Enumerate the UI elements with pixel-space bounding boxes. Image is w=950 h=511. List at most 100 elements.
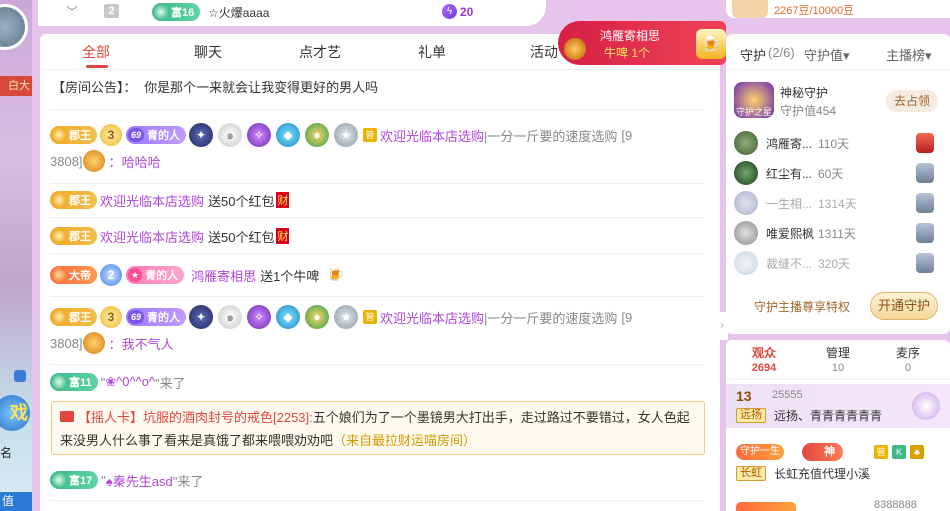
left-tag: 白大 [0, 76, 32, 96]
medal-star-icon: ✦ [189, 123, 214, 147]
left-label-ming: 名 [0, 446, 13, 460]
audience-tabs: 观众 2694 管理 10 麦序 0 [726, 340, 950, 380]
audience-name: 远扬、青青青青青青 [774, 409, 883, 423]
guard-item[interactable]: 鸿雁寄... 110天 [734, 130, 944, 158]
guard-days: 1314天 [818, 197, 857, 211]
guard-item[interactable]: 裁缝不... 320天 [734, 250, 944, 278]
broadcast-prefix[interactable]: 【摇人卡】坑服的酒肉封号的戒色[2253]: [78, 410, 313, 425]
audience-item[interactable]: 守护一生 神 管 K ♣ 长虹 长虹充值代理小溪 [726, 438, 950, 488]
divider [50, 183, 704, 184]
coin-progress-text: 2267豆/10000豆 [774, 5, 855, 17]
guard-days: 60天 [818, 167, 844, 181]
active-tab-indicator [86, 65, 108, 68]
chat-text: 哈哈哈 [121, 154, 161, 170]
tab-audience[interactable]: 观众 2694 [734, 344, 794, 374]
user-level: 13 [736, 388, 752, 404]
guard-shield-icon [916, 163, 934, 183]
chat-message: 郡王 3 69 青的人 ✦ ๑ ✧ ◆ ● ★ 管 欢迎光临本店选购 |一分一斤要… [50, 305, 632, 329]
medal-green-icon: ● [305, 305, 330, 329]
guard-name: 唯爱熙枫 [766, 227, 815, 241]
k-icon: K [892, 445, 906, 459]
chat-nickname[interactable]: 欢迎光临本店选购 [380, 308, 484, 327]
tab-gift-list[interactable]: 礼单 [418, 42, 446, 62]
chat-colon: ： [108, 336, 122, 352]
chat-nickname[interactable]: 欢迎光临本店选购 [380, 126, 484, 145]
tab-guard[interactable]: 守护 [740, 45, 766, 64]
pill-gift: 牛啤 1个 [604, 46, 651, 60]
tab-admins[interactable]: 管理 10 [808, 344, 868, 374]
tab-mic-queue[interactable]: 麦序 0 [878, 344, 938, 374]
medal-purple-icon: ✧ [247, 123, 272, 147]
user-id: 25555 [772, 389, 803, 401]
broadcast-source[interactable]: （来自最拉财运喵房间） [333, 433, 476, 448]
tab-all[interactable]: 全部 [82, 42, 110, 62]
club-icon: ♣ [910, 445, 924, 459]
rank-username[interactable]: ☆火爆aaaa [208, 4, 269, 21]
coin-icon [732, 0, 768, 18]
guard-item[interactable]: 一生相... 1314天 [734, 190, 944, 218]
anchor-avatar[interactable] [0, 4, 28, 50]
divider [50, 109, 704, 110]
gift-nickname[interactable]: 鸿雁寄相思 [191, 266, 256, 285]
group-tag: 远扬 [736, 408, 766, 423]
audience-item[interactable]: 13 25555 远扬 远扬、青青青青青青 [726, 384, 950, 428]
tab-guard-value[interactable]: 守护值▾ [804, 45, 850, 64]
lightning-icon: ϟ [442, 4, 457, 19]
admin-icon: 管 [363, 128, 378, 142]
gift-action: 送50个红包 [208, 229, 275, 245]
guard-privilege-link[interactable]: 守护主播尊享特权 [754, 298, 850, 315]
guard-panel: 守护 (2/6) 守护值▾ 主播榜▾ 守护之星 神秘守护 守护值454 去占领 … [726, 34, 950, 334]
avatar [734, 221, 758, 245]
small-link-icon[interactable] [14, 370, 26, 382]
audience-item[interactable]: 8388888 [726, 498, 950, 511]
broadcast-card: 【摇人卡】坑服的酒肉封号的戒色[2253]:五个娘们为了一个墨镜男大打出手，走过… [51, 401, 705, 455]
enter-nickname[interactable]: ❀^0^^o^ [105, 374, 155, 390]
guard-forever-badge [736, 502, 796, 511]
occupy-button[interactable]: 去占领 [886, 90, 938, 112]
flower-decoration-icon [912, 392, 940, 420]
medal-star-icon: ✦ [189, 305, 214, 329]
chevron-down-icon[interactable]: ﹀ [66, 3, 78, 20]
guard-item[interactable]: 唯爱熙枫 1311天 [734, 220, 944, 248]
medal-swirl-icon: ๑ [218, 305, 243, 329]
tab-activity[interactable]: 活动 [530, 42, 558, 62]
user-frame-icon [564, 38, 586, 60]
group-tag: 长虹 [736, 466, 766, 481]
rank-number: 2 [104, 4, 119, 18]
gift-message: 郡王 欢迎光临本店选购 送50个红包 财 [50, 188, 290, 212]
user-id: [9 [621, 127, 633, 143]
gift-nickname[interactable]: 欢迎光临本店选购 [100, 191, 204, 210]
left-label-zhi: 值 [0, 492, 32, 511]
user-level-icon: 3 [100, 306, 122, 328]
tab-chat[interactable]: 聊天 [194, 42, 222, 62]
admin-icon: 管 [874, 445, 888, 459]
gift-message: 大帝 2 ★ 青的人 鸿雁寄相思 送1个牛啤 🍺 [50, 263, 347, 287]
audience-name: 长虹充值代理小溪 [774, 467, 871, 481]
gift-notify-pill[interactable]: 鸿雁寄相思 牛啤 1个 🍺 [558, 21, 726, 65]
guard-name: 一生相... [766, 197, 813, 211]
divider [50, 217, 704, 218]
tab-talent[interactable]: 点才艺 [299, 42, 341, 62]
red-envelope-icon: 财 [276, 228, 290, 244]
mystery-guard: 守护之星 神秘守护 守护值454 去占领 [734, 80, 944, 122]
noble-badge: 郡王 [50, 227, 97, 245]
gift-nickname[interactable]: 欢迎光临本店选购 [100, 227, 204, 246]
user-id: 3808] [50, 153, 83, 169]
notice-prefix: 【房间公告】： [52, 80, 137, 95]
collapse-panel-handle[interactable]: › [716, 312, 728, 340]
avatar [734, 131, 758, 155]
enter-nickname[interactable]: ♠秦先生asd [106, 471, 173, 490]
tab-anchor-rank[interactable]: 主播榜▾ [886, 45, 932, 64]
guard-shield-icon [916, 133, 934, 153]
avatar [734, 251, 758, 275]
medal-purple-icon: ✧ [247, 305, 272, 329]
tiger-pet-icon [82, 150, 105, 172]
crown-icon: 守护之星 [734, 82, 774, 118]
activity-badge-icon[interactable]: 戏 [0, 395, 30, 431]
avatar [734, 191, 758, 215]
user-id: 3808] [50, 335, 83, 351]
guard-item[interactable]: 红尘有... 60天 [734, 160, 944, 188]
open-guard-button[interactable]: 开通守护 [870, 292, 938, 320]
guard-forever-badge: 守护一生 [736, 444, 784, 460]
tiger-pet-icon [82, 332, 105, 354]
